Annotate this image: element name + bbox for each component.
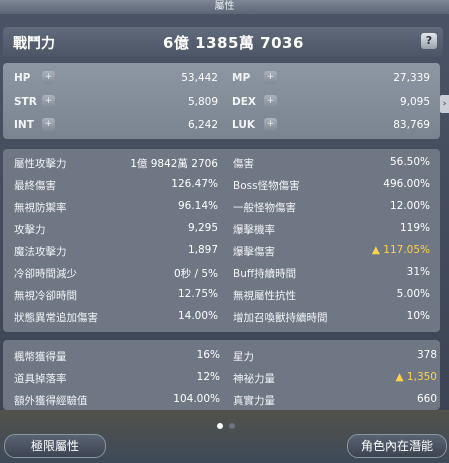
extra-label: 額外獲得經驗值 [14, 395, 88, 407]
extra-label: 星力 [233, 351, 254, 363]
detail-label: 無視防禦率 [14, 202, 67, 214]
luk-plus-button[interactable]: + [264, 118, 277, 131]
extra-value: 12% [196, 371, 220, 383]
combat-power-label: 戰鬥力 [13, 36, 55, 52]
detail-value: 126.47% [171, 178, 218, 190]
detail-value: 56.50% [389, 156, 430, 168]
detail-value: 496.00% [383, 178, 430, 190]
stat-value-luk: 83,769 [393, 119, 430, 131]
expand-arrow-icon[interactable]: › [440, 95, 449, 113]
page-dot-active[interactable] [217, 423, 223, 429]
hp-plus-button[interactable]: + [42, 71, 55, 84]
detail-value: 12.00% [389, 200, 430, 212]
detail-label: 傷害 [233, 158, 254, 170]
stat-label-int: INT [14, 119, 34, 131]
detail-label: 無視屬性抗性 [233, 290, 296, 302]
stat-value-str: 5,809 [187, 96, 218, 108]
extra-value: 16% [196, 349, 220, 361]
detail-value: 0秒 / 5% [173, 268, 218, 280]
help-button[interactable]: ? [421, 33, 437, 49]
extra-value-highlight: ▲ 1,350 [395, 371, 437, 383]
detail-label: Boss怪物傷害 [233, 180, 300, 192]
detail-stats-panel: 屬性攻擊力 1億 9842萬 2706 傷害 56.50% 最終傷害 126.4… [3, 149, 440, 332]
detail-value: 5.00% [396, 288, 430, 300]
stat-value-dex: 9,095 [399, 96, 430, 108]
stat-value-mp: 27,339 [393, 72, 430, 84]
detail-label: 屬性攻擊力 [14, 158, 67, 170]
detail-label: 最終傷害 [14, 180, 56, 192]
detail-label: 攻擊力 [14, 224, 46, 236]
stats-window: 屬性 戰鬥力 6億 1385萬 7036 ? HP + 53,442 MP + … [0, 0, 449, 463]
page-dot[interactable] [229, 423, 235, 429]
detail-value: 1,897 [187, 244, 218, 256]
stat-label-str: STR [14, 96, 37, 108]
extra-value: 378 [416, 349, 437, 361]
detail-label: 無視冷卻時間 [14, 290, 77, 302]
extra-label: 楓幣獲得量 [14, 351, 67, 363]
combat-power-bar: 戰鬥力 6億 1385萬 7036 ? [3, 27, 443, 57]
extra-stats-panel: 楓幣獲得量 16% 星力 378 道具掉落率 12% 神祕力量 ▲ 1,350 … [3, 340, 440, 410]
detail-value: 10% [406, 310, 430, 322]
detail-value: 119% [399, 222, 430, 234]
extra-label: 真實力量 [233, 395, 275, 407]
stat-label-dex: DEX [232, 96, 256, 108]
extra-label: 神祕力量 [233, 373, 275, 385]
detail-label: 增加召喚獸持續時間 [233, 312, 328, 324]
extra-label: 道具掉落率 [14, 373, 67, 385]
stat-value-hp: 53,442 [181, 72, 218, 84]
dex-plus-button[interactable]: + [264, 95, 277, 108]
mp-plus-button[interactable]: + [264, 71, 277, 84]
extra-value: 104.00% [173, 393, 220, 405]
page-indicator [217, 414, 241, 433]
hyper-stat-button[interactable]: 極限屬性 [4, 434, 106, 458]
detail-label: 狀態異常追加傷害 [14, 312, 98, 324]
detail-value: 12.75% [177, 288, 218, 300]
detail-label: 爆擊傷害 [233, 246, 275, 258]
detail-label: Buff持續時間 [233, 268, 297, 280]
stat-label-hp: HP [14, 72, 31, 84]
combat-power-value: 6億 1385萬 7036 [163, 34, 304, 52]
stat-label-mp: MP [232, 72, 251, 84]
detail-value: 9,295 [187, 222, 218, 234]
detail-label: 爆擊機率 [233, 224, 275, 236]
detail-value: 1億 9842萬 2706 [130, 158, 218, 170]
detail-value-highlight: ▲ 117.05% [371, 244, 430, 256]
detail-label: 一般怪物傷害 [233, 202, 296, 214]
detail-value: 96.14% [177, 200, 218, 212]
extra-value: 660 [416, 393, 437, 405]
str-plus-button[interactable]: + [42, 95, 55, 108]
stat-value-int: 6,242 [187, 119, 218, 131]
window-title: 屬性 [0, 0, 449, 14]
detail-value: 14.00% [177, 310, 218, 322]
base-stats-panel: HP + 53,442 MP + 27,339 STR + 5,809 DEX … [3, 63, 440, 139]
stat-label-luk: LUK [232, 119, 255, 131]
detail-label: 冷卻時間減少 [14, 268, 77, 280]
detail-value: 31% [406, 266, 430, 278]
detail-label: 魔法攻擊力 [14, 246, 67, 258]
inner-ability-button[interactable]: 角色內在潛能 [347, 434, 447, 458]
int-plus-button[interactable]: + [42, 118, 55, 131]
